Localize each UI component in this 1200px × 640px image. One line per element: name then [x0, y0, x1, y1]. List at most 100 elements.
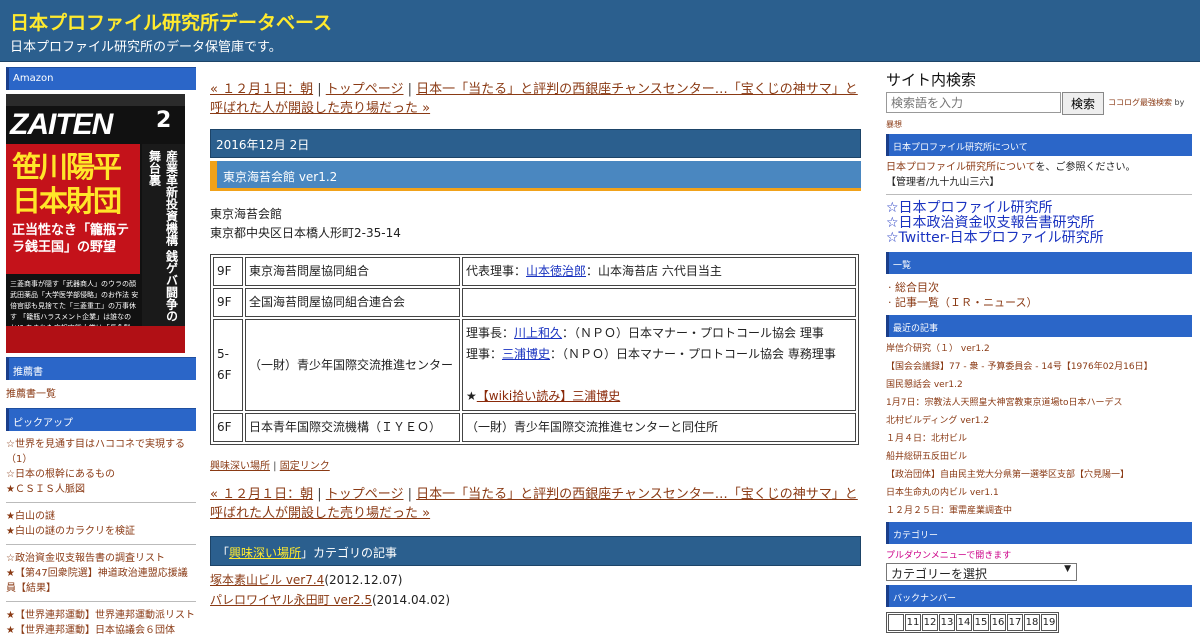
recent-item[interactable]: 【国会会議録】77 - 衆 - 予算委員会 - 14号【1976年02月16日】 — [886, 358, 1196, 376]
post-category-link[interactable]: 興味深い場所 — [210, 461, 270, 472]
person-link[interactable]: 川上和久 — [514, 326, 562, 340]
calendar-cell[interactable]: 11 — [905, 614, 921, 631]
floor-cell: 9F — [213, 257, 243, 286]
cover-side-text: 産業革新投資機構 銭ゲバ闘争の舞台裏 — [147, 150, 179, 323]
cat-bar-rest: 」カテゴリの記事 — [301, 546, 398, 560]
recent-item[interactable]: １２月２５日：軍需産業調査中 — [886, 502, 1196, 520]
recent-item[interactable]: 船井総研五反田ビル — [886, 448, 1196, 466]
meta-separator: | — [270, 461, 280, 472]
tenant-table: 9F 東京海苔問屋協同組合 代表理事：山本徳治郎：山本海苔店 六代目当主 9F … — [210, 254, 859, 445]
cover-headline: 笹川陽平 日本財団 — [12, 150, 122, 218]
detail-cell: 理事長：川上和久：（ＮＰＯ）日本マナー・プロトコール協会 理事 理事：三浦博史：… — [462, 319, 856, 411]
category-select[interactable]: カテゴリーを選択 ▼ — [886, 563, 1077, 581]
category-article-list: 塚本素山ビル ver7.4(2012.12.07) パレロワイヤル永田町 ver… — [210, 570, 861, 610]
recent-item[interactable]: １月４日：北村ビル — [886, 430, 1196, 448]
permalink[interactable]: 固定リンク — [280, 461, 330, 472]
table-row: 6F 日本青年国際交流機構（ＩＹＥＯ） （一財）青少年国際交流推進センターと同住… — [213, 413, 856, 442]
recent-item[interactable]: 日本生命丸の内ビル ver1.1 — [886, 484, 1196, 502]
calendar-cell[interactable]: 17 — [1007, 614, 1023, 631]
nav-separator: | — [403, 487, 417, 502]
pickup-list: ☆世界を見通す目はハココネで実現する（1） ☆日本の根幹にあるもの ★ＣＳＩＳ人… — [6, 431, 196, 640]
floor-cell: 9F — [213, 288, 243, 317]
article-link[interactable]: パレロワイヤル永田町 ver2.5 — [210, 593, 372, 607]
chevron-down-icon: ▼ — [1064, 564, 1071, 574]
detail-cell — [462, 288, 856, 317]
cover-bottom-band — [6, 326, 185, 353]
site-link[interactable]: ☆Twitter-日本プロファイル研究所 — [886, 231, 1196, 246]
table-row: 9F 東京海苔問屋協同組合 代表理事：山本徳治郎：山本海苔店 六代目当主 — [213, 257, 856, 286]
pickup-item[interactable]: ★【世界連邦運動】日本協議会６団体 — [6, 623, 196, 638]
prev-entry-link[interactable]: « １２月１日：朝 — [210, 82, 313, 97]
about-link[interactable]: 日本プロファイル研究所について — [886, 162, 1036, 173]
wiki-link[interactable]: 【wiki拾い読み】三浦博史 — [477, 389, 620, 403]
pickup-item[interactable]: ☆政治資金収支報告書の調査リスト — [6, 551, 196, 566]
detail-line: 理事：三浦博史：（ＮＰＯ）日本マナー・プロトコール協会 専務理事 — [466, 344, 852, 365]
recent-item[interactable]: 【政治団体】自由民主党大分県第一選挙区支部【穴見陽一】 — [886, 466, 1196, 484]
ichiran-heading: 一覧 — [886, 252, 1192, 274]
pickup-item[interactable]: ★ＣＳＩＳ人脈図 — [6, 482, 196, 497]
search-input[interactable] — [886, 92, 1061, 113]
detail-prefix: 理事： — [466, 347, 503, 361]
entry-navigation-bottom: « １２月１日：朝 | トップページ | 日本一「当たる」と評判の西銀座チャンス… — [210, 485, 861, 523]
zaiten-magazine-cover[interactable]: ZAITEN 2 笹川陽平 日本財団 正当性なき「籠瓶テラ銭王国」の野望 産業革… — [6, 94, 185, 353]
site-link[interactable]: ☆日本政治資金収支報告書研究所 — [886, 216, 1196, 231]
pickup-item[interactable]: ★白山の謎 — [6, 509, 196, 524]
pickup-item[interactable]: ☆世界を見通す目はハココネで実現する（1） — [6, 437, 196, 467]
detail-line: ★【wiki拾い読み】三浦博史 — [466, 386, 852, 407]
article-date: (2014.04.02) — [371, 593, 451, 607]
top-page-link[interactable]: トップページ — [326, 82, 404, 97]
pickup-divider — [6, 601, 196, 602]
category-link[interactable]: 興味深い場所 — [229, 546, 301, 560]
person-link[interactable]: 三浦博史 — [502, 347, 550, 361]
recent-item[interactable]: 1月7日：宗教法人天照皇大神宮教東京道場to日本ハーデス — [886, 394, 1196, 412]
site-title[interactable]: 日本プロファイル研究所データベース — [10, 8, 332, 35]
table-row: 5-6F （一財）青少年国際交流推進センター 理事長：川上和久：（ＮＰＯ）日本マ… — [213, 319, 856, 411]
recent-item[interactable]: 岸信介研究（１） ver1.2 — [886, 340, 1196, 358]
left-sidebar: Amazon ZAITEN 2 笹川陽平 日本財団 正当性なき「籠瓶テラ銭王国」… — [6, 67, 196, 640]
person-link[interactable]: 山本徳治郎 — [526, 264, 586, 278]
pickup-item[interactable]: ★【世界連邦運動】世界連邦運動派リスト — [6, 608, 196, 623]
category-note: プルダウンメニューで開きます — [886, 551, 1012, 561]
search-form: 検索 ココログ最強検索 by — [886, 92, 1196, 116]
list-item: パレロワイヤル永田町 ver2.5(2014.04.02) — [210, 590, 861, 610]
search-button[interactable]: 検索 — [1062, 92, 1104, 115]
detail-suffix: ：山本海苔店 六代目当主 — [586, 264, 722, 278]
pickup-item[interactable]: ★白山の謎のカラクリを検証 — [6, 524, 196, 539]
about-text: 日本プロファイル研究所についてを、ご参照ください。 【管理者/九十九山三六】 — [886, 160, 1196, 190]
detail-cell: （一財）青少年国際交流推進センターと同住所 — [462, 413, 856, 442]
suisen-item[interactable]: 推薦書一覧 — [6, 384, 196, 404]
category-heading: カテゴリー — [886, 522, 1192, 544]
calendar-cell[interactable]: 15 — [973, 614, 989, 631]
detail-prefix: 理事長： — [466, 326, 515, 340]
detail-prefix: 代表理事： — [466, 264, 527, 278]
site-description: 日本プロファイル研究所のデータ保管庫です。 — [10, 40, 282, 55]
pickup-item[interactable]: ★【第47回衆院選】神道政治連盟応援議員【結果】 — [6, 566, 196, 596]
calendar-cell[interactable]: 13 — [939, 614, 955, 631]
kokoro-by: by — [1172, 98, 1185, 107]
pickup-item[interactable]: ☆日本の根幹にあるもの — [6, 467, 196, 482]
recent-item[interactable]: 北村ビルディング ver1.2 — [886, 412, 1196, 430]
cover-headline-1: 笹川陽平 — [12, 150, 122, 184]
recent-list: 岸信介研究（１） ver1.2 【国会会議録】77 - 衆 - 予算委員会 - … — [886, 340, 1196, 520]
site-link[interactable]: ☆日本プロファイル研究所 — [886, 201, 1196, 216]
recent-item[interactable]: 国民懇話会 ver1.2 — [886, 376, 1196, 394]
bousou-link[interactable]: 暴想 — [886, 119, 1196, 130]
cover-top-strip — [6, 94, 185, 106]
calendar-cell[interactable]: 19 — [1041, 614, 1057, 631]
recent-heading: 最近の記事 — [886, 315, 1192, 337]
entry-title: 東京海苔会館 ver1.2 — [210, 161, 861, 191]
top-page-link[interactable]: トップページ — [326, 487, 404, 502]
ichiran-item[interactable]: · 総合目次 — [888, 280, 1196, 295]
article-link[interactable]: 塚本素山ビル ver7.4 — [210, 573, 324, 587]
calendar-cell[interactable]: 14 — [956, 614, 972, 631]
site-links: ☆日本プロファイル研究所 ☆日本政治資金収支報告書研究所 ☆Twitter-日本… — [886, 201, 1196, 246]
ichiran-item[interactable]: · 記事一覧（ＩＲ・ニュース） — [888, 295, 1196, 310]
prev-entry-link[interactable]: « １２月１日：朝 — [210, 487, 313, 502]
building-name: 東京海苔会館 — [210, 207, 283, 221]
date-header: 2016年12月 2日 — [210, 129, 861, 158]
calendar-cell[interactable]: 12 — [922, 614, 938, 631]
ichiran-list: · 総合目次 · 記事一覧（ＩＲ・ニュース） — [888, 280, 1196, 310]
calendar-cell[interactable]: 18 — [1024, 614, 1040, 631]
calendar-cell[interactable]: 16 — [990, 614, 1006, 631]
kokoro-link[interactable]: ココログ最強検索 — [1108, 98, 1172, 107]
